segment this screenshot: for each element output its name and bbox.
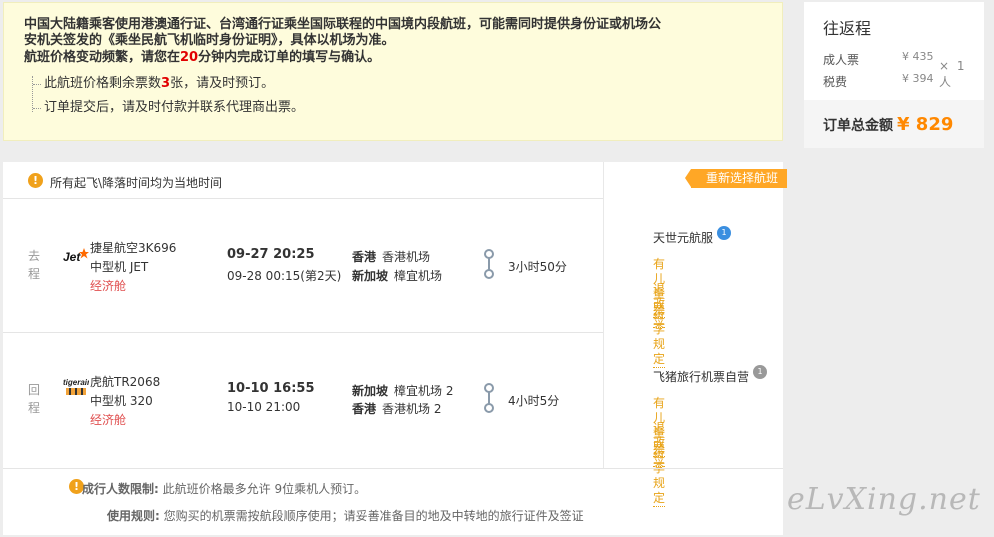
tax-price: ¥ 394 bbox=[902, 72, 934, 85]
airline-flight-no: 虎航TR2068 bbox=[90, 375, 161, 389]
departure-airport: 香港机场 bbox=[382, 250, 431, 264]
direction-char: 去 bbox=[27, 249, 40, 263]
flight-panel: ! 所有起飞\降落时间均为当地时间 重新选择航班 去 程 Jet 捷星航空3K6… bbox=[3, 162, 787, 535]
order-total: 订单总金额 ¥ 829 bbox=[804, 100, 984, 148]
svg-text:tigerair: tigerair bbox=[63, 378, 89, 387]
departure-time: 10-10 16:55 bbox=[227, 381, 315, 396]
agent-name-text: 飞猪旅行机票自营 bbox=[653, 370, 750, 384]
cabin-class: 经济舱 bbox=[90, 279, 127, 293]
aircraft-type: 中型机 320 bbox=[90, 394, 153, 408]
rechoose-flight-button[interactable]: 重新选择航班 bbox=[685, 169, 787, 188]
column-divider bbox=[603, 162, 604, 468]
arrival-city: 新加坡 樟宜机场 bbox=[352, 267, 442, 284]
passenger-limit-label: 成行人数限制: bbox=[82, 482, 159, 496]
arrival-city-name: 新加坡 bbox=[352, 269, 389, 283]
arrival-airport: 樟宜机场 bbox=[394, 269, 443, 283]
order-total-label: 订单总金额 bbox=[823, 118, 893, 134]
notice-tip-payment: 订单提交后，请及时付款并联系代理商出票。 bbox=[33, 96, 762, 120]
site-watermark: eLvXing.net bbox=[787, 482, 981, 517]
segment-direction: 去 程 bbox=[27, 247, 41, 283]
trip-type-title: 往返程 bbox=[823, 19, 872, 38]
passenger-multiplier: × 1 人 bbox=[939, 59, 967, 89]
arrival-time: 10-10 21:00 bbox=[227, 400, 301, 414]
tax-label: 税费 bbox=[823, 75, 848, 89]
usage-rule: 使用规则: 您购买的机票需按航段顺序使用；请妥善准备目的地及中转地的旅行证件及签… bbox=[107, 507, 584, 524]
direction-char: 程 bbox=[27, 267, 40, 281]
notice-time-pre: 航班价格变动频繁，请您在 bbox=[24, 50, 181, 65]
route-icon bbox=[484, 383, 494, 413]
departure-city: 新加坡 樟宜机场 2 bbox=[352, 382, 453, 399]
arrival-airport: 香港机场 2 bbox=[382, 402, 442, 416]
direction-char: 程 bbox=[27, 401, 40, 415]
passenger-limit-text: 此航班价格最多允许 9位乘机人预订。 bbox=[162, 482, 367, 496]
arrival-city: 香港 香港机场 2 bbox=[352, 400, 441, 417]
departure-city: 香港 香港机场 bbox=[352, 248, 430, 265]
local-time-text: 所有起飞\降落时间均为当地时间 bbox=[50, 176, 223, 190]
departure-city-name: 香港 bbox=[352, 250, 377, 264]
booking-rules: ! 成行人数限制: 此航班价格最多允许 9位乘机人预订。 使用规则: 您购买的机… bbox=[3, 468, 783, 535]
notice-warning: 中国大陆籍乘客使用港澳通行证、台湾通行证乘坐国际联程的中国境内段航班，可能需同时… bbox=[24, 17, 762, 66]
agent-name[interactable]: 天世元航服 1 bbox=[653, 226, 732, 246]
passenger-limit-rule: 成行人数限制: 此航班价格最多允许 9位乘机人预订。 bbox=[82, 480, 366, 497]
notice-warning-line2: 安机关签发的《乘坐民航飞机临时身份证明》，具体以机场为准。 bbox=[24, 33, 395, 48]
tip-seats-pre: 此航班价格剩余票数 bbox=[44, 76, 162, 91]
notice-tip-seats: 此航班价格剩余票数3张，请及时预订。 bbox=[33, 72, 762, 96]
agent-rating-badge: 1 bbox=[717, 226, 732, 240]
agent-name-text: 天世元航服 bbox=[653, 231, 714, 245]
notice-box: 中国大陆籍乘客使用港澳通行证、台湾通行证乘坐国际联程的中国境内段航班，可能需同时… bbox=[3, 2, 783, 141]
notice-tips: 此航班价格剩余票数3张，请及时预订。 订单提交后，请及时付款并联系代理商出票。 bbox=[24, 72, 762, 120]
usage-rule-text: 您购买的机票需按航段顺序使用；请妥善准备目的地及中转地的旅行证件及签证 bbox=[163, 509, 584, 523]
arrival-city-name: 香港 bbox=[352, 402, 377, 416]
agent-name[interactable]: 飞猪旅行机票自营 1 bbox=[653, 365, 768, 385]
aircraft-type: 中型机 JET bbox=[90, 260, 149, 274]
agent-rating-badge: 1 bbox=[753, 365, 768, 379]
direction-char: 回 bbox=[27, 383, 40, 397]
adult-fare-price: ¥ 435 bbox=[902, 50, 934, 63]
return-segment: 回 程 tigerair 虎航TR2068 中型机 320 经济舱 10-10 … bbox=[3, 333, 603, 467]
svg-text:Jet: Jet bbox=[63, 250, 81, 264]
price-summary: 往返程 成人票 ¥ 435 税费 ¥ 394 × 1 人 订单总金额 ¥ 829 bbox=[804, 2, 984, 148]
arrival-time: 09-28 00:15(第2天) bbox=[227, 269, 342, 283]
outbound-segment: 去 程 Jet 捷星航空3K696 中型机 JET 经济舱 09-27 20:2… bbox=[3, 199, 603, 333]
departure-time: 09-27 20:25 bbox=[227, 247, 315, 262]
departure-airport: 樟宜机场 2 bbox=[394, 384, 454, 398]
airline-flight-no: 捷星航空3K696 bbox=[90, 241, 177, 255]
segment-direction: 回 程 bbox=[27, 381, 41, 417]
jetstar-logo: Jet bbox=[63, 248, 89, 264]
tip-seats-post: 张，请及时预订。 bbox=[170, 76, 275, 91]
notice-time-minutes: 20 bbox=[180, 50, 199, 65]
order-total-amount: ¥ 829 bbox=[897, 114, 954, 135]
baggage-rules-link[interactable]: 行李规定 bbox=[653, 307, 666, 368]
flight-duration: 4小时5分 bbox=[508, 394, 560, 408]
cabin-class: 经济舱 bbox=[90, 413, 127, 427]
notice-warning-line1: 中国大陆籍乘客使用港澳通行证、台湾通行证乘坐国际联程的中国境内段航班，可能需同时… bbox=[24, 17, 662, 32]
route-icon bbox=[484, 249, 494, 279]
notice-warning-line3: 航班价格变动频繁，请您在20分钟内完成订单的填写与确认。 bbox=[24, 50, 762, 66]
local-time-note: ! 所有起飞\降落时间均为当地时间 bbox=[3, 162, 603, 199]
adult-fare-label: 成人票 bbox=[823, 53, 860, 67]
departure-city-name: 新加坡 bbox=[352, 384, 389, 398]
flight-duration: 3小时50分 bbox=[508, 260, 567, 274]
notice-time-post: 分钟内完成订单的填写与确认。 bbox=[198, 50, 381, 65]
tip-seats-count: 3 bbox=[161, 76, 171, 91]
tigerair-logo: tigerair bbox=[63, 378, 89, 395]
usage-rule-label: 使用规则: bbox=[107, 509, 160, 523]
info-icon: ! bbox=[28, 173, 43, 188]
